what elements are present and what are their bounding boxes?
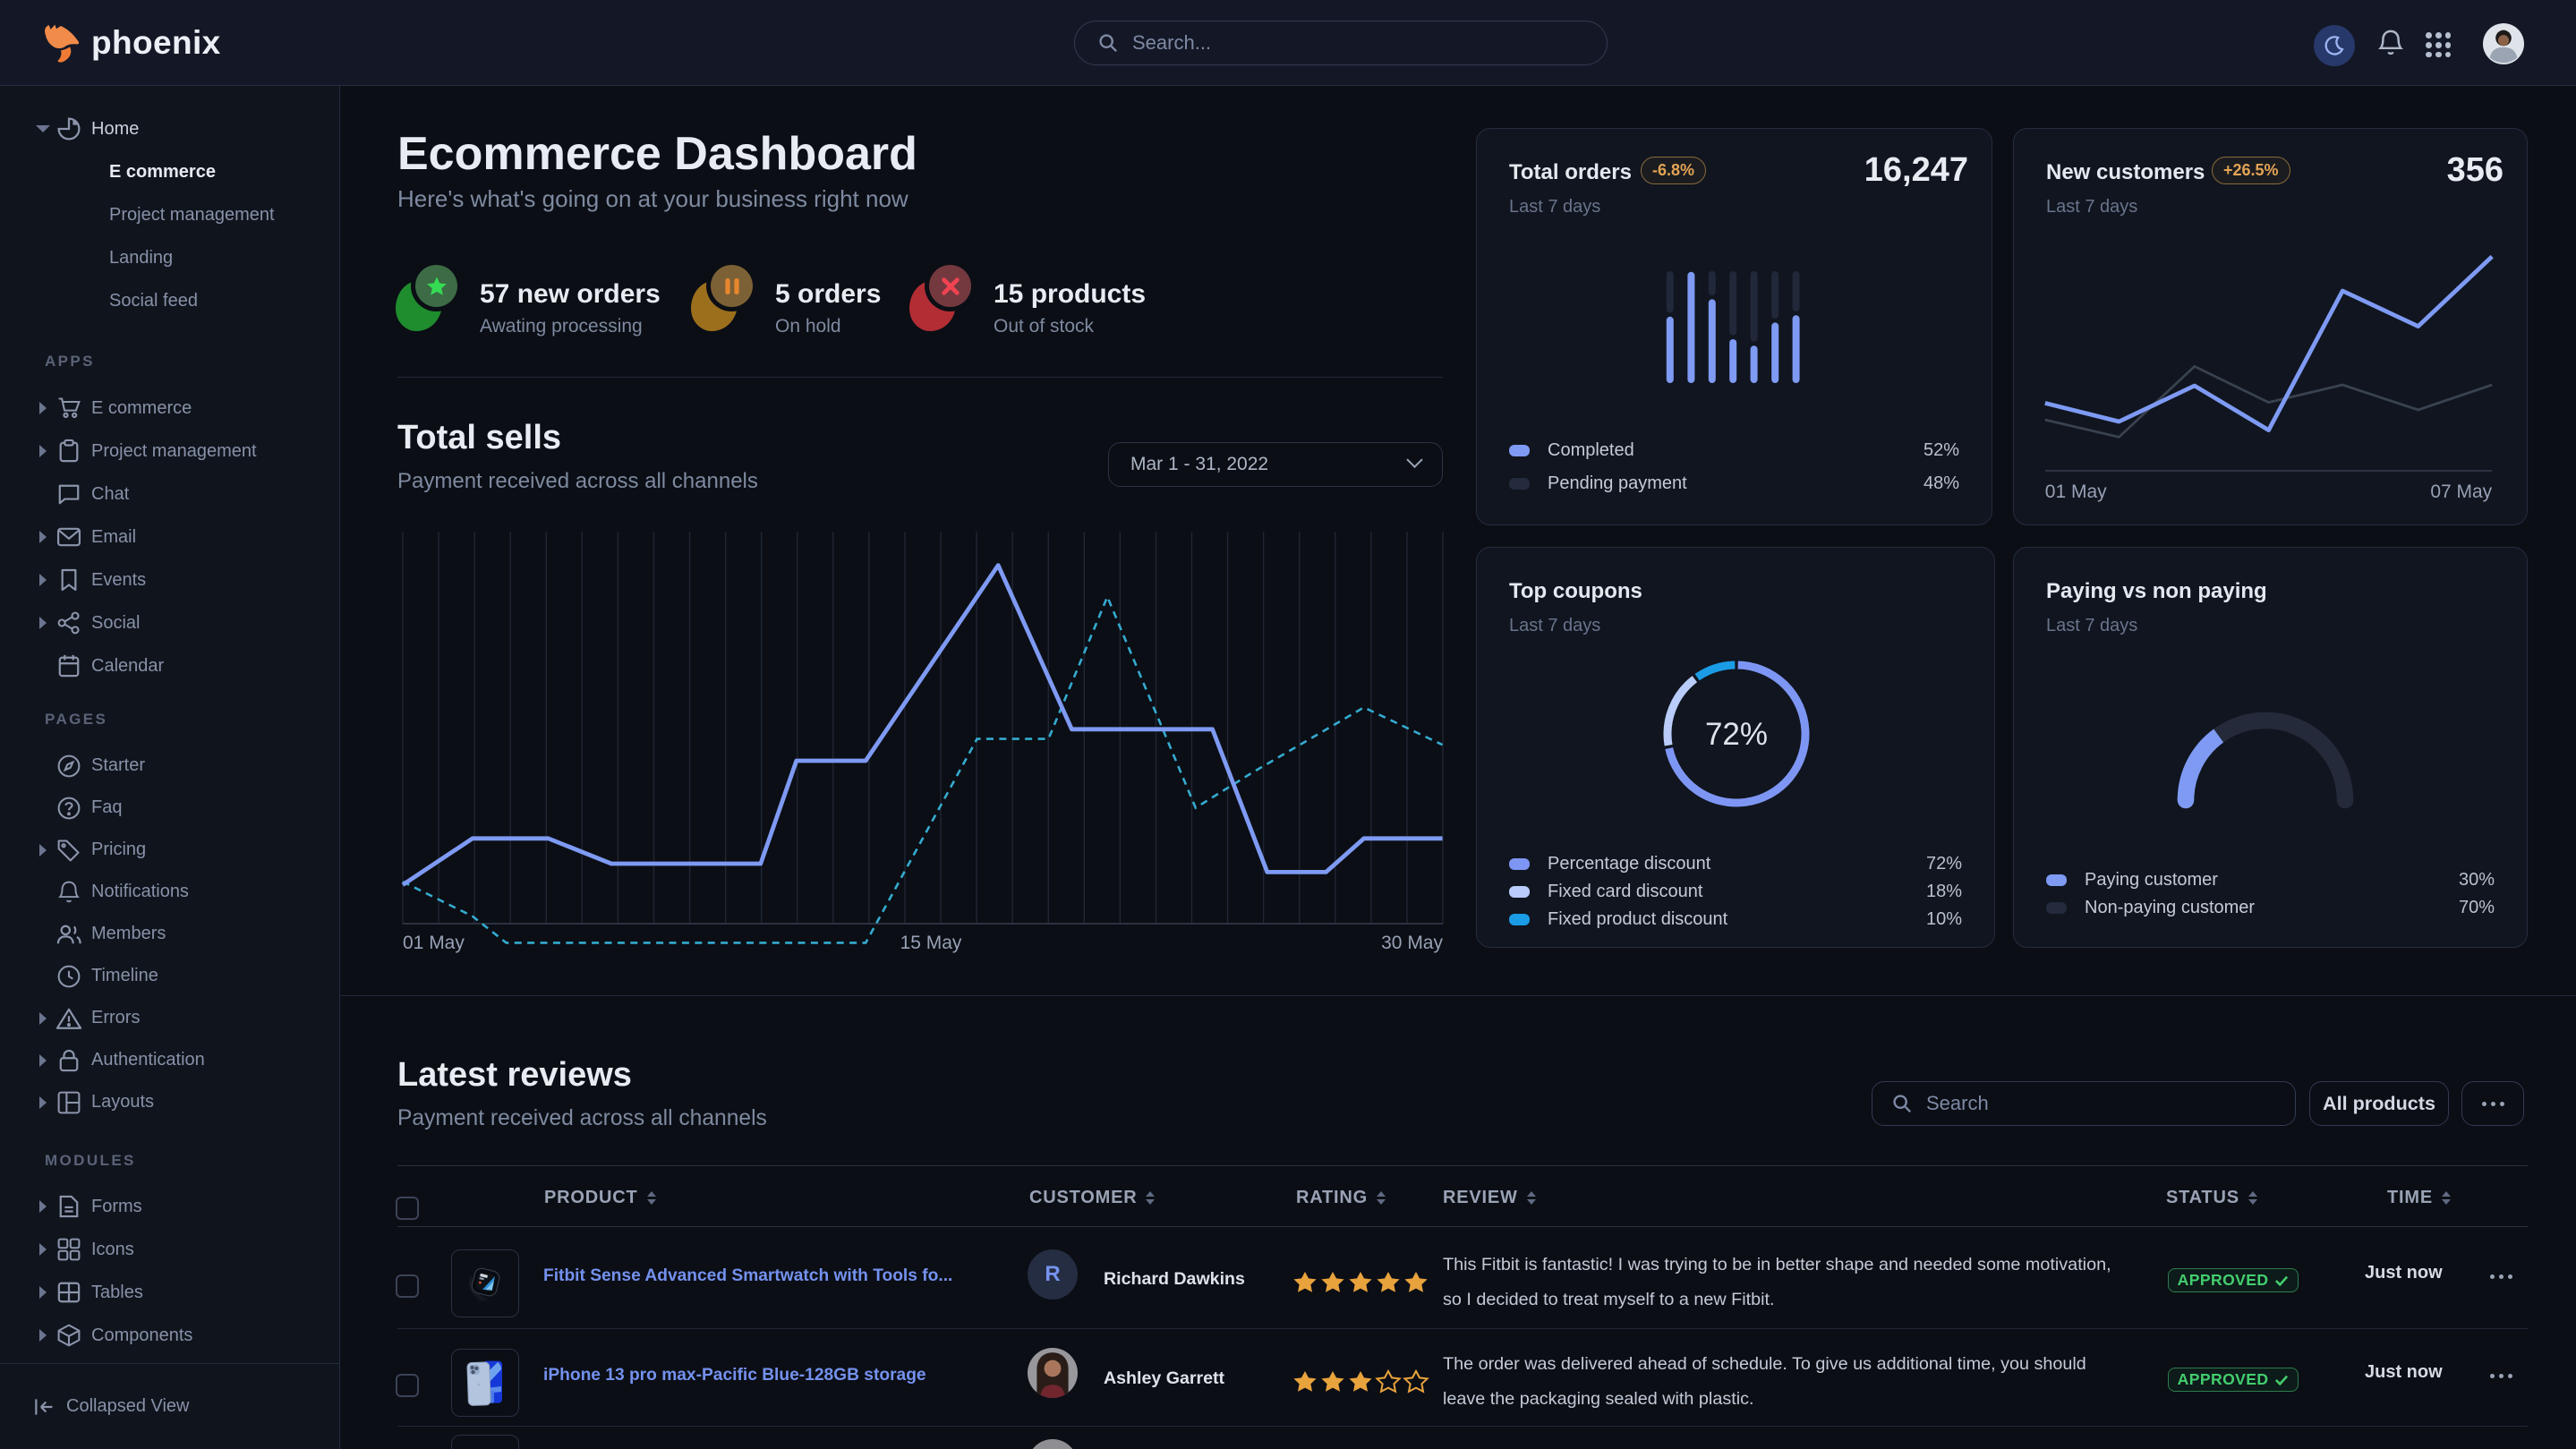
svg-text:15 May: 15 May [900, 933, 962, 953]
svg-text:01 May: 01 May [2045, 482, 2107, 502]
svg-text:30 May: 30 May [1381, 933, 1443, 953]
svg-text:07 May: 07 May [2430, 482, 2492, 502]
svg-text:01 May: 01 May [403, 933, 465, 953]
svg-text:72%: 72% [1705, 717, 1768, 752]
